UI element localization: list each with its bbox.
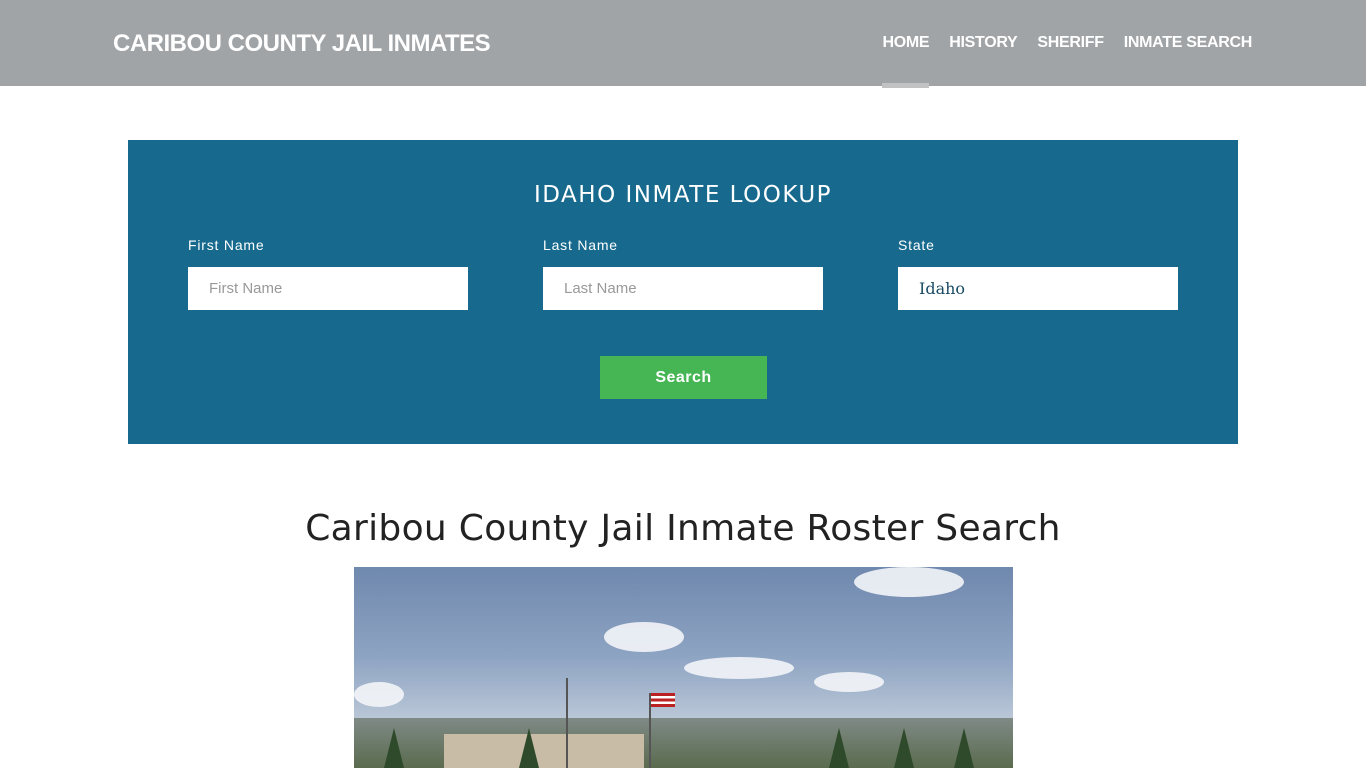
last-name-input[interactable] (543, 267, 823, 310)
nav-inmate-search[interactable]: INMATE SEARCH (1124, 34, 1253, 52)
main-nav: HOME HISTORY SHERIFF INMATE SEARCH (882, 34, 1253, 88)
first-name-input[interactable] (188, 267, 468, 310)
state-label: State (898, 237, 935, 253)
nav-history[interactable]: HISTORY (949, 34, 1017, 52)
nav-home[interactable]: HOME (882, 34, 930, 88)
last-name-group: Last Name (543, 237, 823, 310)
state-input[interactable] (898, 267, 1178, 310)
page-title: Caribou County Jail Inmate Roster Search (305, 508, 1061, 549)
last-name-label: Last Name (543, 237, 618, 253)
inmate-lookup-panel: IDAHO INMATE LOOKUP First Name Last Name… (128, 140, 1238, 444)
first-name-label: First Name (188, 237, 265, 253)
jail-building-photo (354, 567, 1013, 768)
first-name-group: First Name (188, 237, 468, 310)
site-header: CARIBOU COUNTY JAIL INMATES HOME HISTORY… (0, 0, 1366, 88)
lookup-title: IDAHO INMATE LOOKUP (533, 182, 833, 208)
search-button[interactable]: Search (600, 356, 767, 399)
state-group: State (898, 237, 1178, 310)
nav-sheriff[interactable]: SHERIFF (1037, 34, 1104, 52)
site-logo[interactable]: CARIBOU COUNTY JAIL INMATES (113, 30, 491, 58)
